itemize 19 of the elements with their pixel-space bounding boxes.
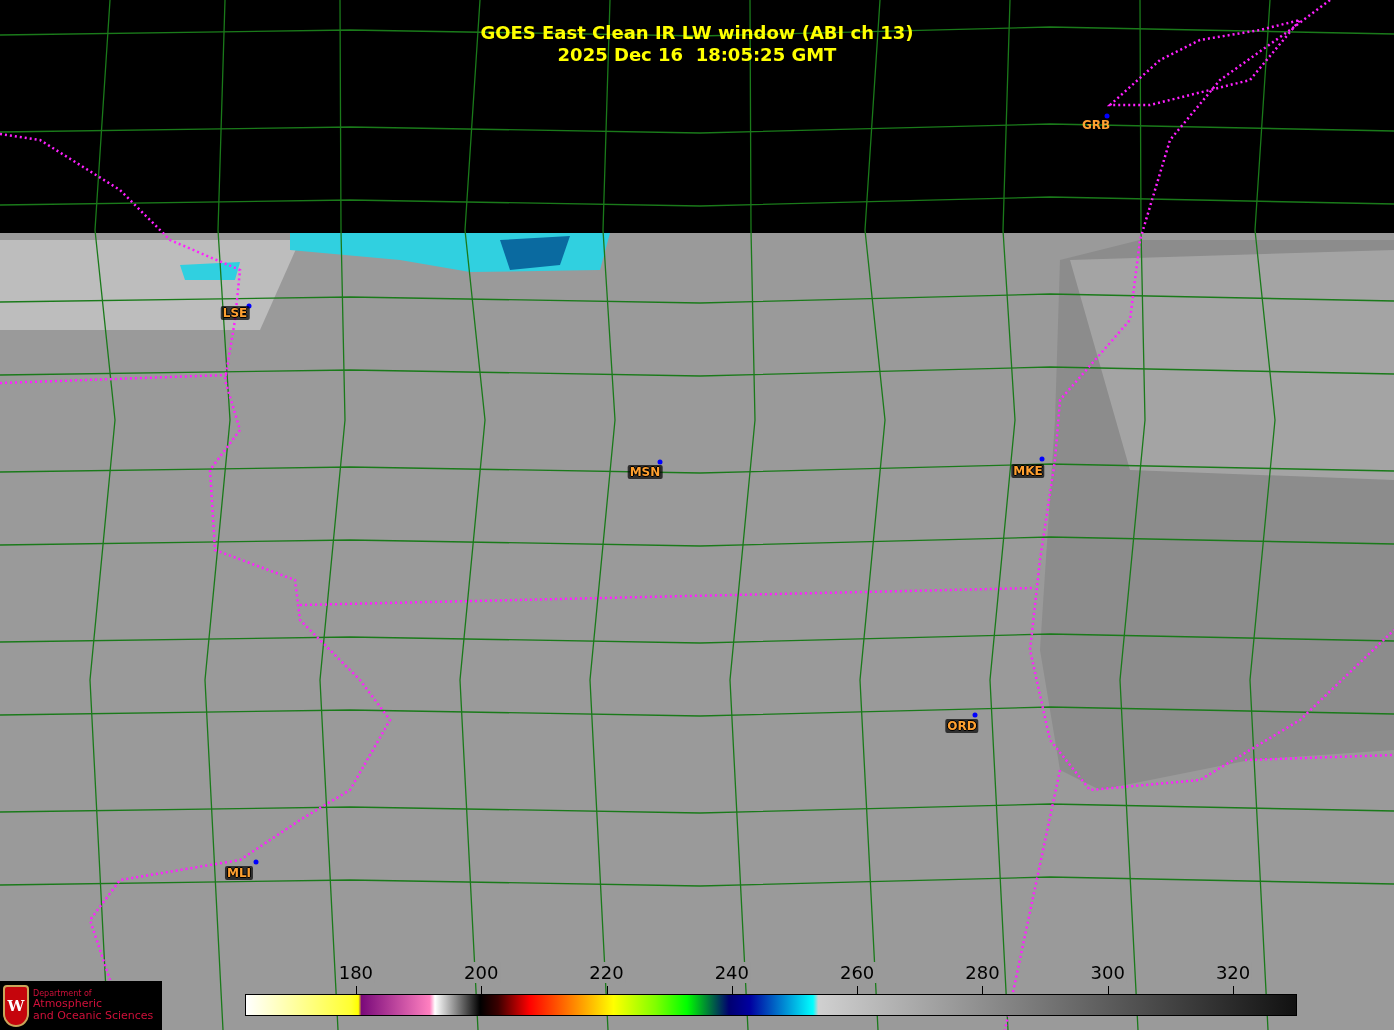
station-label: ORD [945,719,979,733]
colorbar-tick-label: 220 [587,962,626,983]
station-label: MSN [627,465,663,479]
station-dot-icon [253,859,259,865]
logo-text: Department of [33,989,92,998]
station-dot-icon [1039,456,1045,462]
station-dot-icon [657,459,663,465]
station-dot-icon [972,712,978,718]
logo-text: Atmospheric [33,998,104,1010]
station-label: MLI [224,866,254,880]
logo-text: and Oceanic Sciences [33,1010,154,1022]
crest-logo: W [3,984,29,1027]
station-label: GRB [1080,118,1112,132]
station-label: LSE [220,306,250,320]
image-title: GOES East Clean IR LW window (ABI ch 13) [480,22,914,44]
station-label: MKE [1011,464,1045,478]
image-timestamp: 2025 Dec 16 18:05:25 GMT [557,44,837,66]
colorbar-tick-label: 200 [462,962,501,983]
station-dot-icon [1104,113,1110,119]
